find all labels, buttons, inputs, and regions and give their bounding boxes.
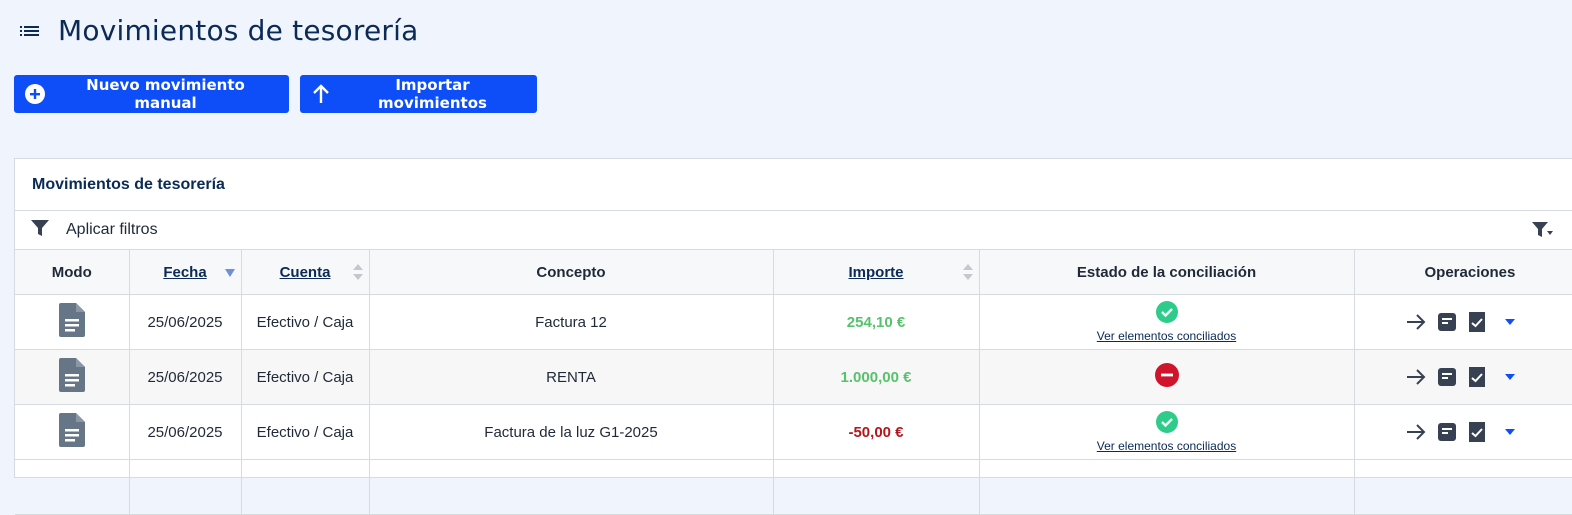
check-circle-icon xyxy=(1155,301,1178,327)
header-concepto-label: Concepto xyxy=(536,263,606,281)
table-row xyxy=(15,459,1572,515)
cell-operaciones xyxy=(1354,404,1572,460)
document-icon xyxy=(58,303,86,342)
sort-icon[interactable] xyxy=(352,264,363,280)
document-check-icon[interactable] xyxy=(1467,366,1487,388)
caret-down-icon[interactable] xyxy=(1504,318,1515,326)
caret-down-icon[interactable] xyxy=(1504,428,1515,436)
sort-desc-icon[interactable] xyxy=(224,269,235,277)
cell-estado: Ver elementos conciliados xyxy=(979,294,1355,350)
new-manual-movement-button[interactable]: Nuevo movimiento manual xyxy=(14,75,289,113)
check-circle-icon xyxy=(1155,411,1178,437)
cell-importe: 254,10 € xyxy=(773,294,980,350)
cell-cuenta: Efectivo / Caja xyxy=(241,349,370,405)
cell-fecha: 25/06/2025 xyxy=(129,404,242,460)
arrow-right-icon[interactable] xyxy=(1405,368,1427,386)
view-reconciled-link[interactable]: Ver elementos conciliados xyxy=(1097,439,1236,453)
cell-concepto: RENTA xyxy=(369,349,774,405)
cell-importe: -50,00 € xyxy=(773,404,980,460)
header-estado-label: Estado de la conciliación xyxy=(1076,263,1257,281)
cell-operaciones xyxy=(1354,349,1572,405)
cell-modo xyxy=(15,294,130,350)
cell-modo xyxy=(15,404,130,460)
document-icon xyxy=(58,413,86,452)
note-icon[interactable] xyxy=(1437,367,1457,387)
add-circle-icon xyxy=(24,83,46,105)
header-concepto: Concepto xyxy=(369,250,774,295)
view-reconciled-link[interactable]: Ver elementos conciliados xyxy=(1097,329,1236,343)
table-row[interactable]: 25/06/2025 Efectivo / Caja Factura 12 25… xyxy=(15,294,1572,350)
header-modo-label: Modo xyxy=(51,263,92,281)
cell-cuenta: Efectivo / Caja xyxy=(241,294,370,350)
note-icon[interactable] xyxy=(1437,312,1457,332)
apply-filters-label[interactable]: Aplicar filtros xyxy=(66,221,158,239)
new-manual-movement-label: Nuevo movimiento manual xyxy=(86,76,245,112)
header-operaciones: Operaciones xyxy=(1354,250,1572,295)
import-movements-label: Importar movimientos xyxy=(378,76,487,112)
header-estado: Estado de la conciliación xyxy=(979,250,1355,295)
cell-concepto: Factura 12 xyxy=(369,294,774,350)
filter-dropdown-icon[interactable] xyxy=(1531,220,1555,245)
table-header-row: Modo Fecha Cuenta Concepto Importe Estad… xyxy=(15,250,1572,295)
cell-importe: 1.000,00 € xyxy=(773,349,980,405)
upload-arrow-icon xyxy=(310,83,332,105)
header-cuenta-label[interactable]: Cuenta xyxy=(280,264,331,281)
header-importe[interactable]: Importe xyxy=(773,250,980,295)
caret-down-icon[interactable] xyxy=(1504,373,1515,381)
arrow-right-icon[interactable] xyxy=(1405,313,1427,331)
cell-concepto: Factura de la luz G1-2025 xyxy=(369,404,774,460)
page-title: Movimientos de tesorería xyxy=(58,14,419,47)
document-check-icon[interactable] xyxy=(1467,311,1487,333)
header-fecha[interactable]: Fecha xyxy=(129,250,242,295)
filter-bar[interactable]: Aplicar filtros xyxy=(15,211,1572,250)
document-icon xyxy=(58,358,86,397)
filter-icon[interactable] xyxy=(30,218,50,243)
minus-circle-icon xyxy=(1154,363,1179,391)
page-header: Movimientos de tesorería xyxy=(18,14,418,47)
cell-estado xyxy=(979,349,1355,405)
table-row[interactable]: 25/06/2025 Efectivo / Caja Factura de la… xyxy=(15,404,1572,460)
header-operaciones-label: Operaciones xyxy=(1424,263,1516,281)
sort-icon[interactable] xyxy=(962,264,973,280)
menu-icon[interactable] xyxy=(18,19,42,43)
document-check-icon[interactable] xyxy=(1467,421,1487,443)
arrow-right-icon[interactable] xyxy=(1405,423,1427,441)
note-icon[interactable] xyxy=(1437,422,1457,442)
cell-modo xyxy=(15,349,130,405)
header-cuenta[interactable]: Cuenta xyxy=(241,250,370,295)
header-modo: Modo xyxy=(15,250,130,295)
cell-fecha: 25/06/2025 xyxy=(129,294,242,350)
cell-cuenta: Efectivo / Caja xyxy=(241,404,370,460)
movements-panel: Movimientos de tesorería Aplicar filtros… xyxy=(14,158,1572,515)
import-movements-button[interactable]: Importar movimientos xyxy=(300,75,537,113)
header-fecha-label[interactable]: Fecha xyxy=(163,264,206,281)
table-row[interactable]: 25/06/2025 Efectivo / Caja RENTA 1.000,0… xyxy=(15,349,1572,405)
panel-title: Movimientos de tesorería xyxy=(15,159,1572,211)
cell-fecha: 25/06/2025 xyxy=(129,349,242,405)
cell-operaciones xyxy=(1354,294,1572,350)
header-importe-label[interactable]: Importe xyxy=(848,264,903,281)
movements-table: Modo Fecha Cuenta Concepto Importe Estad… xyxy=(15,250,1572,515)
cell-estado: Ver elementos conciliados xyxy=(979,404,1355,460)
